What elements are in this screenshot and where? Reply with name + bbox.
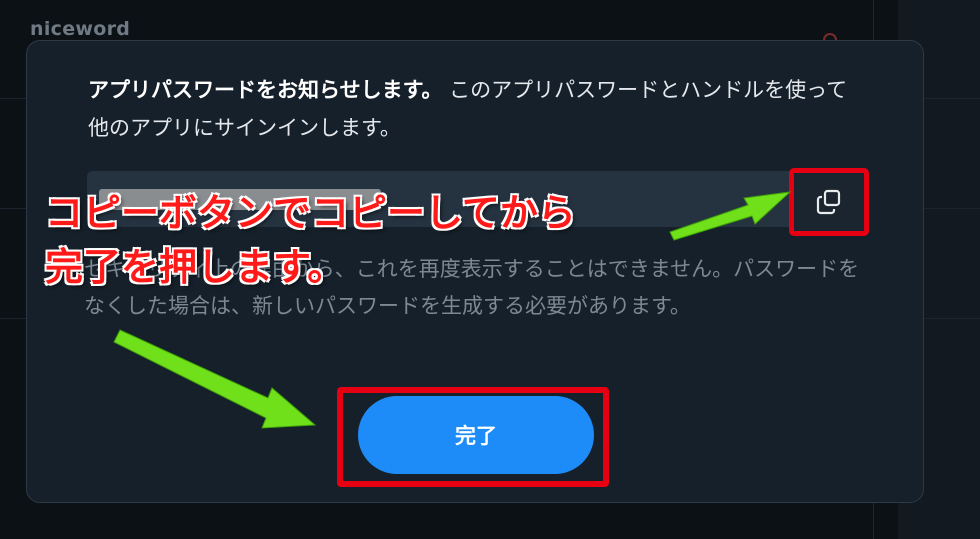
dialog-message-strong: アプリパスワードをお知らせします。 — [88, 78, 443, 102]
dialog-message: アプリパスワードをお知らせします。 このアプリパスワードとハンドルを使って他のア… — [88, 71, 868, 147]
copy-icon — [816, 189, 841, 215]
background-brand-text: niceword — [30, 18, 131, 40]
done-button[interactable]: 完了 — [358, 396, 594, 474]
annotation-caption: コピーボタンでコピーしてから 完了を押します。 — [44, 190, 577, 290]
